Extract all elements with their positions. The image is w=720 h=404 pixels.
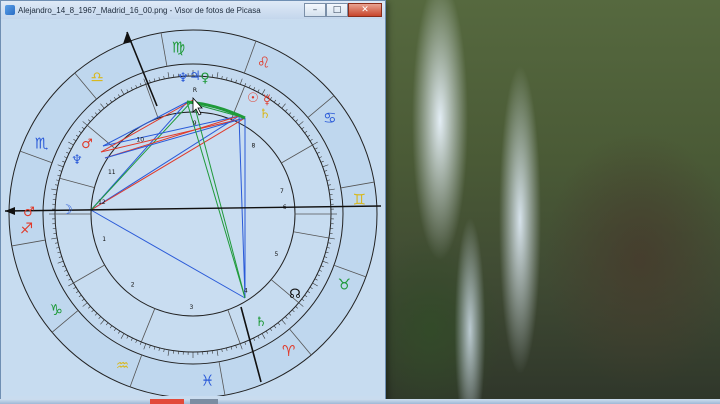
planet-glyph: ☽ [61,203,73,218]
planet-glyph: ☉ [247,91,259,106]
house-ring [90,111,296,317]
picasa-viewer-window[interactable]: Alejandro_14_8_1967_Madrid_16_00.png - V… [0,0,386,400]
zodiac-sign-glyph: ♒ [116,356,129,374]
house-number: 2 [131,281,135,288]
planet-glyph: ☿ [263,93,271,108]
zodiac-sign-glyph: ♎ [90,68,103,86]
planet-glyph: ♂ [81,137,93,152]
planet-glyph: ♄ [259,107,271,122]
house-number: 5 [274,251,278,258]
house-number: 7 [280,188,284,195]
house-number: 9 [193,120,197,127]
window-titlebar[interactable]: Alejandro_14_8_1967_Madrid_16_00.png - V… [1,1,385,19]
house-number: 6 [283,204,287,211]
planet-glyph: ☊ [289,287,301,302]
house-number: 11 [108,169,116,176]
planet-glyph: ♆ [71,153,83,168]
mc-arrow [123,32,132,44]
house-number: 1 [102,236,106,243]
taskbar-button[interactable] [190,399,218,404]
zodiac-sign-glyph: ♈ [282,342,295,360]
house-number: 4 [244,287,248,294]
zodiac-sign-glyph: ♉ [338,276,351,294]
planet-glyph: ♆ [177,71,189,86]
taskbar-edge [0,399,720,404]
window-controls: – □ ✕ [304,2,382,18]
astrology-chart-image: ♍♌♋♊♉♈♓♒♑♐♏♎ 123456789101112 ♆ ♃ ♀☉ ☿♄♂♆☽♂♄… [5,29,381,396]
image-viewport[interactable]: ♍ ♌ ♋ ♊ ♉ ♈ ♓ ♒ ♑ ♐ ♏ ♎ 1 2 3 4 5 6 7 8 9 10 11 12 ♆ ♃ ♀ ☉ ☿ ♄ ♂ ♆ ☽ ♂ ♄… [5,20,381,396]
house-number: 8 [251,143,255,150]
retrograde-mark: R [193,87,197,94]
planet-glyph: ♂ [23,205,35,220]
picasa-app-icon [5,5,15,15]
house-number: 3 [189,304,193,311]
zodiac-sign-glyph: ♓ [201,371,214,389]
house-number: 12 [98,199,106,206]
zodiac-sign-glyph: ♍ [172,39,185,57]
minimize-button[interactable]: – [304,3,326,17]
zodiac-sign-glyph: ♑ [49,301,62,319]
maximize-button[interactable]: □ [326,3,348,17]
zodiac-sign-glyph: ♋ [323,109,336,127]
zodiac-sign-glyph: ♌ [257,54,270,72]
zodiac-sign-glyph: ♊ [353,190,366,208]
planet-glyph: ♄ [255,315,267,330]
zodiac-sign-glyph: ♐ [20,220,33,238]
window-title: Alejandro_14_8_1967_Madrid_16_00.png - V… [18,5,261,15]
close-button[interactable]: ✕ [348,3,382,17]
house-number: 10 [136,137,144,144]
zodiac-sign-glyph: ♏ [35,134,49,152]
taskbar-button[interactable] [150,399,184,404]
planet-glyph: ♃ [189,69,201,84]
planet-glyph: ♀ [200,71,210,86]
